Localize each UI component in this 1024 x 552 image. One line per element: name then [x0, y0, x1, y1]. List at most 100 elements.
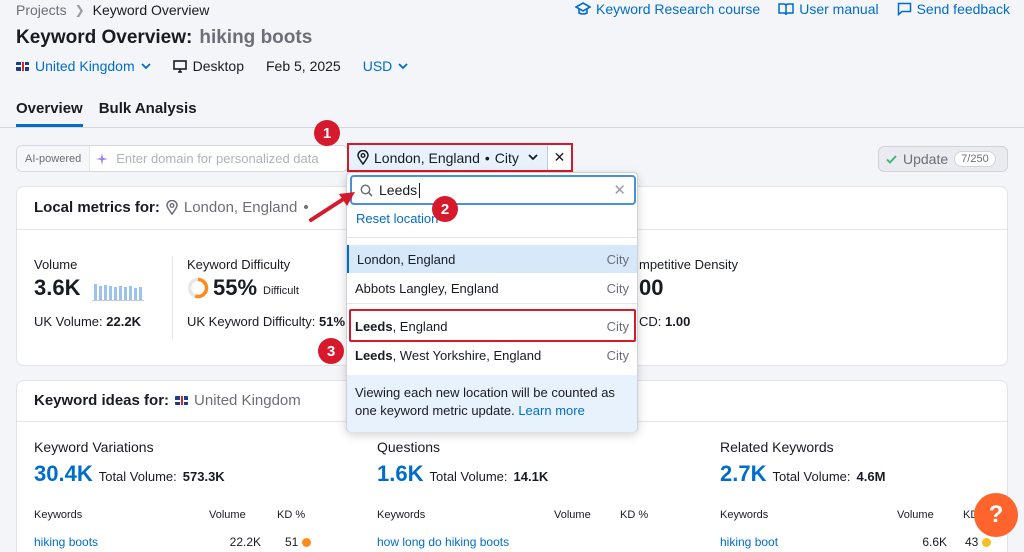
column-count[interactable]: 1.6K [377, 461, 423, 487]
dropdown-divider [347, 303, 637, 304]
column-summary: 2.7K Total Volume: 4.6M [720, 461, 1010, 487]
cd-value: 00 [639, 275, 664, 300]
device-label: Desktop [192, 58, 244, 74]
tab-bulk-analysis[interactable]: Bulk Analysis [99, 100, 197, 127]
book-icon [778, 2, 794, 16]
location-option[interactable]: Abbots Langley, England City [347, 274, 637, 302]
uk-volume-value: 22.2K [106, 314, 141, 329]
filters-bar: United Kingdom Desktop Feb 5, 2025 USD [16, 58, 408, 74]
uk-flag-icon [16, 61, 29, 71]
header-kd: KD % [277, 509, 306, 521]
speech-bubble-icon [897, 2, 912, 16]
help-button[interactable]: ? [974, 493, 1018, 537]
callout-badge: 1 [314, 120, 340, 146]
map-pin-icon [166, 200, 178, 215]
reset-location-link[interactable]: Reset location [356, 211, 438, 226]
location-option[interactable]: London, England City [347, 245, 637, 273]
location-selector-button[interactable]: London, England • City [349, 145, 547, 170]
location-option[interactable]: Leeds, West Yorkshire, England City [347, 341, 637, 369]
ai-powered-badge: AI-powered [17, 146, 91, 171]
learn-more-link[interactable]: Learn more [518, 403, 584, 418]
keyword-link[interactable]: hiking boot [720, 535, 900, 549]
user-manual-link[interactable]: User manual [778, 1, 879, 17]
question-mark-icon: ? [988, 501, 1004, 528]
table-header: Keywords Volume KD % [34, 509, 324, 521]
header-volume: Volume [554, 509, 591, 521]
questions-column: Questions 1.6K Total Volume: 14.1K Keywo… [377, 439, 667, 549]
trend-bar [114, 287, 118, 300]
location-option-name: London, England [357, 251, 456, 267]
table-header: Keywords Volume KD [720, 509, 1010, 521]
bullet-separator: • [484, 149, 490, 166]
column-count[interactable]: 2.7K [720, 461, 766, 487]
send-feedback-link[interactable]: Send feedback [897, 1, 1010, 17]
location-option-type: City [606, 347, 629, 363]
uk-volume-label: UK Volume: [34, 314, 103, 329]
country-label: United Kingdom [35, 58, 135, 74]
table-row: hiking boot 6.6K 43 [720, 535, 1010, 549]
uk-volume: UK Volume: 22.2K [34, 314, 144, 329]
breadcrumb-projects[interactable]: Projects [16, 2, 67, 18]
date-selector[interactable]: Feb 5, 2025 [266, 58, 341, 74]
location-note: Viewing each new location will be counte… [347, 375, 637, 432]
trend-bar [104, 285, 108, 300]
keyword-kd: 51 [285, 535, 299, 549]
country-selector[interactable]: United Kingdom [16, 58, 151, 74]
cd-sub: CD: 1.00 [639, 314, 738, 329]
breadcrumb-current: Keyword Overview [92, 2, 210, 18]
column-summary: 30.4K Total Volume: 573.3K [34, 461, 324, 487]
location-search-input[interactable]: Leeds ✕ [350, 175, 636, 205]
location-option-type: City [606, 251, 629, 267]
trend-bar [109, 286, 113, 300]
kd-gauge [187, 277, 209, 299]
uk-kd-value: 51% [318, 314, 346, 329]
header-volume: Volume [897, 509, 934, 521]
column-title: Keyword Variations [34, 439, 154, 455]
keyword-ideas-header: Keyword ideas for: United Kingdom [34, 392, 301, 409]
domain-input-placeholder[interactable]: Enter domain for personalized data [116, 151, 318, 166]
keyword-link[interactable]: how long do hiking boots [377, 535, 557, 549]
table-header: Keywords Volume KD % [377, 509, 667, 521]
close-icon: ✕ [553, 149, 566, 165]
column-count[interactable]: 30.4K [34, 461, 93, 487]
cd-sub-value: 1.00 [665, 314, 691, 329]
callout-badge: 2 [432, 196, 458, 222]
cd-sub-label: CD: [639, 314, 662, 329]
volume-metric: Volume 3.6K UK Volume: 22.2K [34, 257, 145, 329]
trend-bar [99, 286, 103, 300]
keyword-difficulty-metric: Keyword Difficulty 55% Difficult UK Keyw… [187, 257, 357, 329]
table-row: hiking boots 22.2K 51 [34, 535, 324, 549]
chevron-down-icon [140, 62, 151, 70]
keyword-kd: 43 [965, 535, 979, 549]
ai-domain-search[interactable]: AI-powered Enter domain for personalized… [16, 145, 348, 172]
header-keywords: Keywords [34, 509, 83, 521]
tab-overview[interactable]: Overview [16, 100, 83, 127]
page-title-prefix: Keyword Overview: [16, 27, 193, 48]
keyword-volume: 22.2K [229, 535, 261, 549]
trend-bar [124, 287, 128, 300]
location-selector[interactable]: London, England • City ✕ [347, 143, 573, 172]
breadcrumb: Projects ❯ Keyword Overview [16, 2, 209, 18]
total-volume-label: Total Volume: [772, 469, 851, 484]
send-feedback-label: Send feedback [916, 1, 1010, 17]
volume-label: Volume [34, 257, 78, 272]
keyword-research-course-link[interactable]: Keyword Research course [575, 1, 760, 17]
uk-flag-icon [175, 396, 189, 405]
currency-selector[interactable]: USD [363, 58, 409, 74]
location-selector-type: City [494, 149, 519, 166]
local-metrics-title: Local metrics for: [34, 199, 160, 216]
user-manual-label: User manual [799, 1, 879, 17]
uk-kd-label: UK Keyword Difficulty: [187, 314, 316, 329]
keyword-variations-column: Keyword Variations 30.4K Total Volume: 5… [34, 439, 324, 549]
uk-kd: UK Keyword Difficulty: 51% [187, 314, 357, 329]
text-cursor [419, 182, 421, 198]
metric-divider [172, 257, 173, 339]
keyword-link[interactable]: hiking boots [34, 535, 214, 549]
update-label: Update [903, 151, 949, 167]
update-button[interactable]: Update 7/250 [878, 146, 1008, 172]
clear-location-button[interactable]: ✕ [547, 145, 571, 170]
clear-search-icon[interactable]: ✕ [613, 181, 626, 199]
trend-bar [129, 286, 133, 300]
device-selector[interactable]: Desktop [172, 58, 244, 74]
top-links: Keyword Research course User manual Send… [575, 1, 1010, 17]
